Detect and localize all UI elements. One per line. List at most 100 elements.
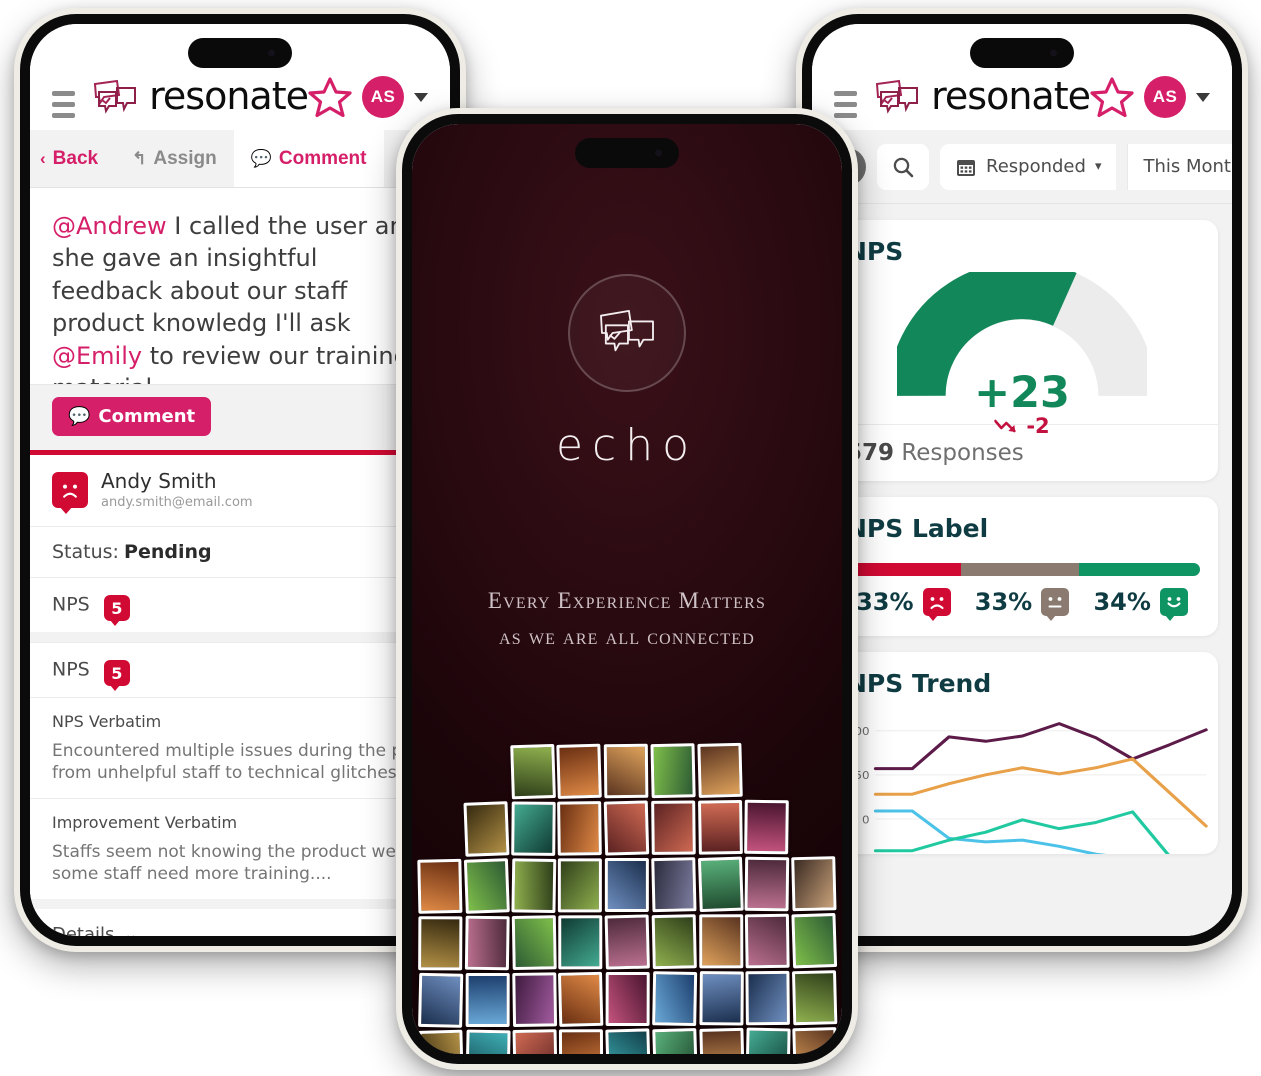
avatar[interactable]: AS (362, 76, 404, 118)
row-divider (30, 899, 450, 910)
tab-comment-label: Comment (278, 147, 367, 169)
echo-logo-ring (568, 274, 686, 392)
collage-photo (697, 742, 743, 798)
collage-photo (744, 799, 790, 855)
header-actions: AS (1090, 76, 1210, 118)
nps-label-card: NPS Label 33% 33% 34% (826, 497, 1218, 636)
nps-verbatim-line1: Encountered multiple issues during the p… (52, 741, 450, 761)
echo-tagline: Every Experience Matters as we are all c… (488, 583, 766, 654)
tab-back[interactable]: ‹ Back (30, 130, 115, 187)
mention-andrew[interactable]: @Andrew (52, 212, 167, 240)
star-outline-icon[interactable] (1090, 76, 1134, 118)
comment-actions: 💬 Comment (30, 384, 450, 450)
date-range-label: This Month (1143, 156, 1232, 177)
collage-photo (605, 1028, 651, 1054)
dynamic-island-notch (970, 38, 1074, 68)
details-toggle[interactable]: Details ⌄ (30, 909, 450, 936)
collage-photo (744, 856, 790, 912)
collage-photo (510, 801, 556, 856)
photo-collage-mosaic (412, 742, 842, 1054)
collage-photo (745, 913, 790, 969)
nps-label-card-title: NPS Label (846, 514, 989, 543)
collage-photo (463, 801, 510, 857)
improvement-verbatim-title: Improvement Verbatim (52, 813, 238, 833)
tagline-line-2: as we are all connected (499, 623, 755, 649)
dynamic-island-notch (575, 138, 679, 168)
segment-passive (961, 563, 1079, 576)
chevron-down-icon[interactable] (414, 92, 428, 102)
nps-gauge-card: NPS +23 -2 579 Responses (826, 220, 1218, 481)
collage-photo (605, 971, 650, 1027)
legend-promoter: 34% (1081, 588, 1200, 621)
collage-photo (556, 743, 602, 799)
status-label: Status: (52, 541, 119, 563)
collage-photo (603, 800, 650, 856)
hamburger-menu-icon[interactable] (834, 91, 858, 118)
collage-photo (418, 972, 464, 1028)
comment-text: @Andrew I called the user and she gave a… (30, 188, 450, 384)
hamburger-menu-icon[interactable] (52, 91, 76, 118)
happy-face-icon (1159, 588, 1188, 621)
chevron-down-icon[interactable] (1196, 92, 1210, 102)
phone-right-screen: resonate AS 3 (812, 24, 1232, 936)
date-range-filter[interactable]: This Month (1127, 143, 1232, 190)
brand-name: resonate (931, 74, 1091, 118)
collage-photo (745, 970, 791, 1026)
detail-tabbar: ‹ Back ↰ Assign 💬 Comment ✎ Con (30, 130, 450, 188)
tab-assign[interactable]: ↰ Assign (115, 130, 234, 187)
mention-emily[interactable]: @Emily (52, 342, 142, 370)
collage-photo (557, 801, 602, 856)
comment-button-label: Comment (98, 406, 196, 427)
collage-photo (792, 970, 838, 1026)
collage-photo (465, 1029, 511, 1054)
nps-trend-chart[interactable]: 0+50100 (826, 704, 1218, 854)
star-outline-icon[interactable] (308, 76, 352, 118)
phone-center-screen: echo Every Experience Matters as we are … (412, 124, 842, 1054)
search-button[interactable] (877, 143, 929, 190)
collage-photo (698, 914, 743, 969)
neutral-face-icon (1041, 588, 1070, 621)
tagline-line-1: Every Experience Matters (487, 588, 767, 613)
collage-photo (745, 1027, 791, 1054)
tab-assign-label: Assign (153, 147, 217, 169)
legend-passive: 33% (963, 588, 1082, 621)
collage-photo (417, 858, 463, 914)
nps-gauge-value: +23 (974, 368, 1070, 418)
chat-bubbles-logo-icon (91, 78, 139, 118)
status-row: Status: Pending (30, 526, 450, 577)
collage-photo (604, 857, 649, 913)
collage-photo (463, 858, 510, 914)
phone-right: resonate AS 3 (796, 8, 1248, 952)
nps-row-1: NPS 5 (30, 577, 450, 632)
comment-button[interactable]: 💬 Comment (52, 397, 212, 436)
trend-line-chart: 0+50100 (845, 722, 1208, 854)
nps-verbatim-row: NPS Verbatim Encountered multiple issues… (30, 697, 450, 799)
tab-comment[interactable]: 💬 Comment (233, 130, 384, 187)
improvement-verbatim-line2: some staff need more training.... (52, 864, 332, 885)
trend-down-arrow-icon (994, 419, 1016, 433)
detractor-pct: 33% (856, 588, 914, 616)
nps-score-badge: 5 (103, 595, 130, 626)
collage-photo (650, 743, 696, 799)
collage-photo (509, 743, 556, 800)
nps-verbatim-title: NPS Verbatim (52, 712, 162, 731)
collage-photo (651, 800, 696, 855)
svg-text:0: 0 (862, 814, 870, 826)
avatar[interactable]: AS (1144, 76, 1186, 118)
nps-score-badge: 5 (103, 660, 130, 691)
collage-photo (511, 972, 557, 1027)
sad-face-badge-icon (52, 471, 88, 514)
screenshot-stage: resonate AS ‹ Back ↰ Assign 💬 Comment @A… (0, 0, 1261, 1076)
phone-left-bezel: resonate AS ‹ Back ↰ Assign 💬 Comment @A… (20, 14, 460, 946)
nps-gauge-delta: -2 (994, 414, 1050, 438)
date-field-filter[interactable]: Responded ▾ (940, 143, 1117, 190)
details-label: Details (52, 924, 115, 936)
echo-splash-screen: echo Every Experience Matters as we are … (412, 124, 842, 1054)
nps-trend-card: NPS Trend 0+50100 (826, 652, 1218, 854)
caret-down-icon: ▾ (1094, 159, 1102, 174)
magnifier-search-icon (893, 157, 914, 177)
improvement-verbatim-row: Improvement Verbatim Staffs seem not kno… (30, 798, 450, 900)
collage-photo (512, 1029, 557, 1054)
record-person: Andy Smith andy.smith@email.com (30, 455, 450, 526)
dashboard-scroll[interactable]: NPS +23 -2 579 Responses NPS Label 33% 3… (812, 204, 1232, 936)
